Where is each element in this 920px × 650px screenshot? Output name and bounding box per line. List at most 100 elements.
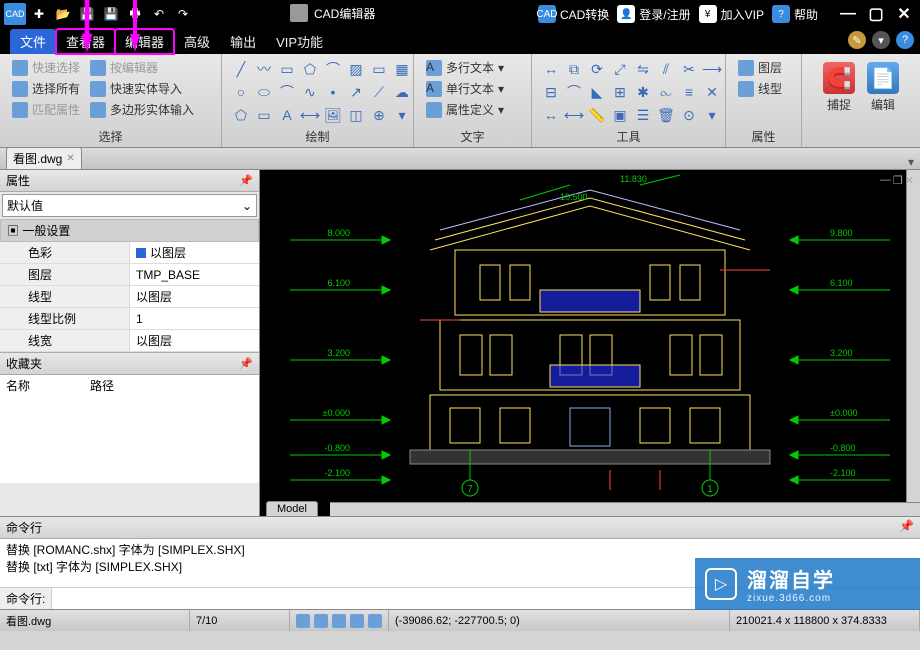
explode-tool-icon[interactable]: ✱: [632, 81, 654, 103]
saveall-icon[interactable]: 💾: [100, 3, 122, 25]
menu-file[interactable]: 文件: [10, 29, 56, 54]
stretch-tool-icon[interactable]: ↔: [540, 104, 562, 126]
select-all-button[interactable]: 选择所有: [8, 79, 84, 98]
chamfer-tool-icon[interactable]: ◣: [586, 81, 608, 103]
polygon-tool-icon[interactable]: ⬠: [299, 58, 321, 80]
rect-tool-icon[interactable]: ▭: [276, 58, 298, 80]
close-button[interactable]: ✕: [892, 4, 916, 24]
text-tool-icon[interactable]: A: [276, 104, 298, 126]
prop-value[interactable]: 以图层: [130, 242, 259, 263]
lengthen-tool-icon[interactable]: ⟷: [563, 104, 585, 126]
join-tool-icon[interactable]: ⧜: [655, 81, 677, 103]
polyline-tool-icon[interactable]: 〰: [253, 58, 275, 80]
new-icon[interactable]: ✚: [28, 3, 50, 25]
document-tab[interactable]: 看图.dwg ✕: [6, 147, 82, 169]
polar-toggle-icon[interactable]: [350, 614, 364, 628]
move-tool-icon[interactable]: ↔: [540, 58, 562, 80]
align-tool-icon[interactable]: ≡: [678, 81, 700, 103]
info-icon[interactable]: ?: [896, 31, 914, 49]
break-tool-icon[interactable]: ⊟: [540, 81, 562, 103]
pin-icon[interactable]: 📌: [239, 174, 253, 187]
measure-tool-icon[interactable]: 📏: [586, 104, 608, 126]
section-general[interactable]: ▣ 一般设置: [0, 219, 259, 242]
ortho-toggle-icon[interactable]: [332, 614, 346, 628]
expand-icon[interactable]: ▾: [872, 31, 890, 49]
snap-toggle-icon[interactable]: [296, 614, 310, 628]
layer-button[interactable]: 图层: [734, 58, 786, 77]
more-tool-icon[interactable]: ▾: [701, 104, 723, 126]
osnap-toggle-icon[interactable]: [368, 614, 382, 628]
line-tool-icon[interactable]: ╱: [230, 58, 252, 80]
properties-combo[interactable]: 默认值 ⌄: [2, 194, 257, 217]
attrdef-button[interactable]: 属性定义 ▾: [422, 100, 508, 119]
image-tool-icon[interactable]: 🖼: [322, 104, 344, 126]
arc-tool-icon[interactable]: ⌒: [322, 58, 344, 80]
insert-tool-icon[interactable]: ⊕: [368, 104, 390, 126]
horizontal-scrollbar[interactable]: [330, 502, 920, 516]
rect2-tool-icon[interactable]: ▭: [368, 58, 390, 80]
linetype-button[interactable]: 线型: [734, 79, 786, 98]
prop-value[interactable]: 以图层: [130, 286, 259, 307]
menu-editor[interactable]: 编辑器: [115, 29, 174, 54]
drawing-canvas[interactable]: — ❐ ✕: [260, 170, 920, 516]
menu-output[interactable]: 输出: [220, 29, 266, 54]
extend-tool-icon[interactable]: ⟶: [701, 58, 723, 80]
offset-tool-icon[interactable]: ⫽: [655, 58, 677, 80]
menu-advanced[interactable]: 高级: [174, 29, 220, 54]
xline-tool-icon[interactable]: ⟋: [368, 81, 390, 103]
purge-tool-icon[interactable]: 🗑: [655, 104, 677, 126]
qselect-tool-icon[interactable]: ⊙: [678, 104, 700, 126]
undo-icon[interactable]: ↶: [148, 3, 170, 25]
cad-convert-button[interactable]: CADCAD转换: [538, 5, 609, 23]
capture-button[interactable]: 🧲捕捉: [818, 58, 860, 117]
prop-value[interactable]: 以图层: [130, 330, 259, 351]
redo-icon[interactable]: ↷: [172, 3, 194, 25]
vip-button[interactable]: ¥加入VIP: [699, 5, 764, 23]
menu-vip[interactable]: VIP功能: [266, 29, 333, 54]
style-icon[interactable]: ✎: [848, 31, 866, 49]
cloud-tool-icon[interactable]: ☁: [391, 81, 413, 103]
region-tool-icon[interactable]: ▨: [345, 58, 367, 80]
copy-tool-icon[interactable]: ⧉: [563, 58, 585, 80]
mdi-minimize-icon[interactable]: —: [880, 174, 891, 187]
mdi-restore-icon[interactable]: ❐: [893, 174, 903, 187]
maximize-button[interactable]: ▢: [864, 4, 888, 24]
by-editor-button[interactable]: 按编辑器: [86, 58, 198, 77]
minimize-button[interactable]: —: [836, 4, 860, 24]
favorites-list[interactable]: 名称 路径: [0, 375, 259, 483]
array-tool-icon[interactable]: ⊞: [609, 81, 631, 103]
scale-tool-icon[interactable]: ⤢: [609, 58, 631, 80]
edit-button[interactable]: 📄编辑: [862, 58, 904, 117]
pin-icon[interactable]: 📌: [239, 357, 253, 370]
arc2-tool-icon[interactable]: ⌒: [276, 81, 298, 103]
grid-toggle-icon[interactable]: [314, 614, 328, 628]
block-tool-icon[interactable]: ◫: [345, 104, 367, 126]
hatch-tool-icon[interactable]: ▦: [391, 58, 413, 80]
list-tool-icon[interactable]: ☰: [632, 104, 654, 126]
poly-solid-button[interactable]: 多边形实体输入: [86, 100, 198, 119]
rect3-tool-icon[interactable]: ▭: [253, 104, 275, 126]
point-tool-icon[interactable]: •: [322, 81, 344, 103]
dim-tool-icon[interactable]: ⟷: [299, 104, 321, 126]
open-icon[interactable]: 📂: [52, 3, 74, 25]
ellipse-tool-icon[interactable]: ⬭: [253, 81, 275, 103]
spline-tool-icon[interactable]: ∿: [299, 81, 321, 103]
app-icon[interactable]: CAD: [4, 3, 26, 25]
model-tab[interactable]: Model: [266, 501, 318, 516]
close-tab-icon[interactable]: ✕: [66, 153, 74, 164]
prop-value[interactable]: TMP_BASE: [130, 264, 259, 285]
mtext-button[interactable]: A多行文本 ▾: [422, 58, 508, 77]
vertical-scrollbar[interactable]: [906, 170, 920, 502]
help-button[interactable]: ?帮助: [772, 5, 818, 23]
circle-tool-icon[interactable]: ○: [230, 81, 252, 103]
ray-tool-icon[interactable]: ↗: [345, 81, 367, 103]
pin-icon[interactable]: 📌: [899, 519, 914, 536]
login-button[interactable]: 👤登录/注册: [617, 5, 690, 23]
dropdown-tool-icon[interactable]: ▾: [391, 104, 413, 126]
mirror-tool-icon[interactable]: ⇋: [632, 58, 654, 80]
mdi-close-icon[interactable]: ✕: [905, 174, 914, 187]
stext-button[interactable]: A单行文本 ▾: [422, 79, 508, 98]
quick-select-button[interactable]: 快速选择: [8, 58, 84, 77]
trim-tool-icon[interactable]: ✂: [678, 58, 700, 80]
tabs-dropdown-icon[interactable]: ▾: [902, 155, 920, 169]
